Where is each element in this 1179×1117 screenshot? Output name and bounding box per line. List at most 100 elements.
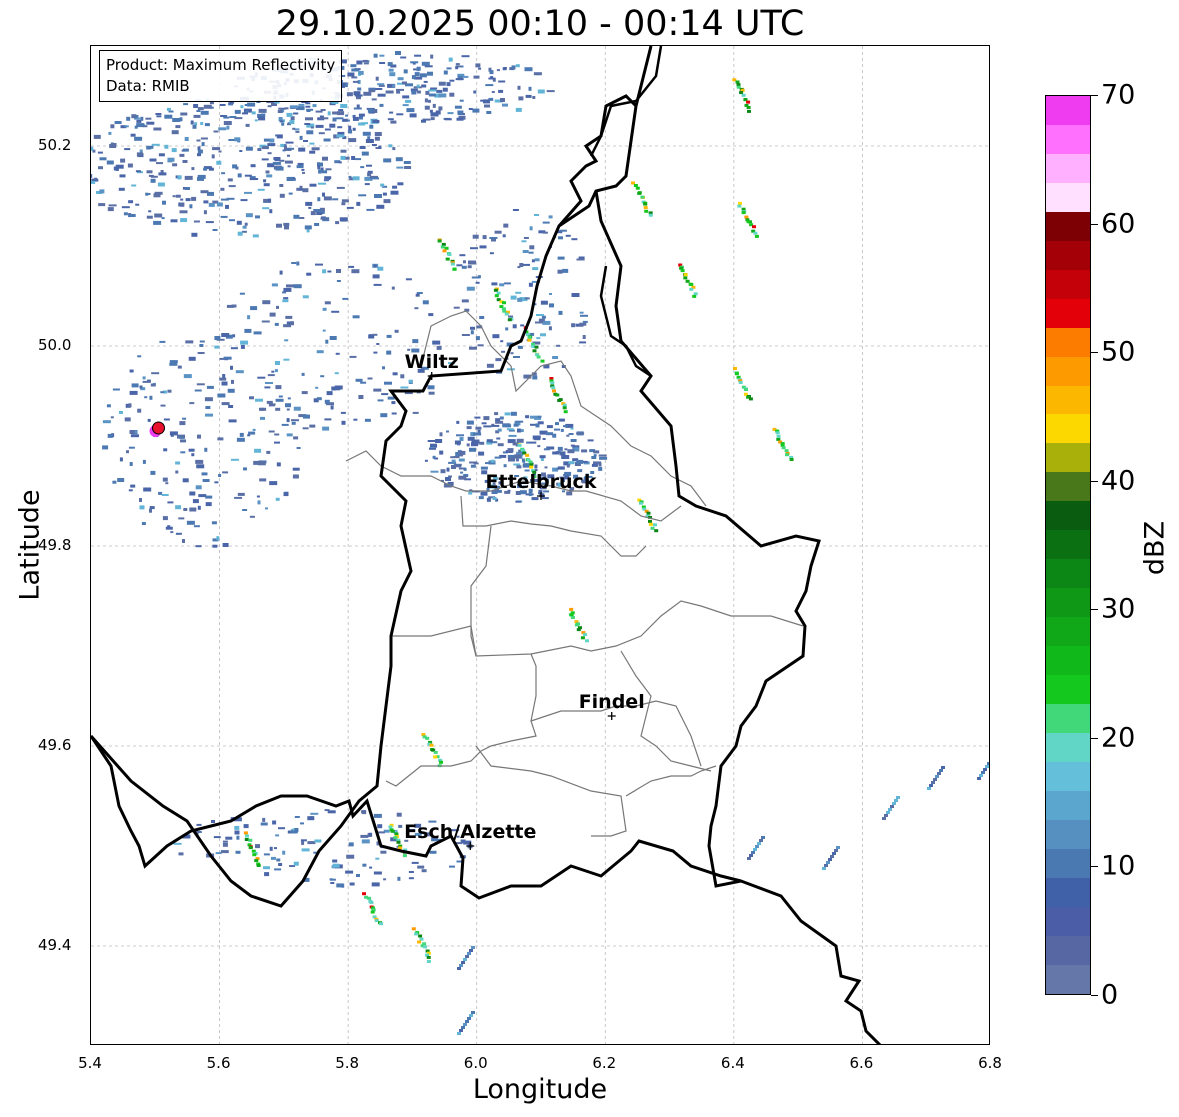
city-label: Ettelbruck (486, 471, 597, 493)
echo-cell (348, 265, 355, 268)
echo-cell (489, 70, 494, 75)
colorbar-tick-mark (1091, 609, 1098, 611)
echo-cell (324, 128, 331, 131)
echo-cell (293, 214, 300, 219)
echo-cell (461, 265, 467, 269)
x-tick-label: 5.8 (335, 1054, 360, 1072)
echo-cell (502, 67, 507, 71)
echo-cell (130, 434, 139, 438)
echo-cell (135, 170, 141, 173)
echo-cell (182, 148, 189, 152)
echo-cell (220, 850, 229, 854)
echo-cell (510, 295, 517, 300)
echo-cell (394, 329, 399, 333)
echo-cell (151, 143, 160, 146)
echo-cell (351, 76, 358, 79)
echo-cell (205, 495, 213, 499)
echo-cell (261, 158, 269, 161)
echo-cell (338, 109, 344, 111)
echo-cell (429, 743, 434, 747)
echo-cell (360, 834, 369, 838)
colorbar-tick-mark (1091, 866, 1098, 868)
echo-cell (517, 429, 521, 433)
echo-cell (231, 379, 234, 384)
echo-cell (540, 300, 548, 305)
echo-cell (212, 147, 221, 151)
echo-cell (248, 431, 256, 435)
radar-map[interactable]: Wiltz Ettelbruck Findel Esch/Alzette (90, 45, 990, 1045)
echo-cell (386, 334, 392, 338)
echo-cell (242, 112, 248, 115)
echo-cell (406, 108, 415, 113)
echo-cell (131, 184, 137, 187)
echo-cell (494, 294, 499, 298)
echo-cell (599, 456, 608, 460)
echo-cell (301, 372, 305, 376)
colorbar-segment (1046, 269, 1090, 299)
echo-cell (429, 850, 437, 854)
echo-cell (539, 455, 546, 459)
echo-cell (341, 202, 346, 206)
echo-cell (375, 76, 379, 81)
echo-cell (683, 273, 688, 277)
echo-cell (193, 525, 200, 528)
echo-cell (245, 834, 249, 838)
echo-cell (316, 397, 322, 401)
echo-cell (128, 446, 135, 449)
echo-cell (646, 511, 651, 515)
echo-cell (405, 278, 412, 281)
echo-cell (416, 84, 420, 88)
echo-cell (374, 194, 382, 198)
echo-cell (479, 316, 485, 319)
echo-cell (379, 62, 386, 64)
echo-cell (324, 301, 331, 305)
echo-cell (335, 221, 340, 225)
product-label: Product: Maximum Reflectivity (106, 56, 336, 74)
echo-cell (357, 87, 362, 91)
echo-cell (217, 437, 224, 441)
echo-cell (426, 955, 431, 959)
echo-cell (380, 850, 387, 854)
echo-cell (477, 275, 481, 279)
echo-cell (457, 1032, 461, 1035)
echo-cell (329, 123, 336, 128)
echo-cell (266, 174, 273, 178)
echo-cell (315, 110, 323, 113)
echo-cell (447, 112, 454, 115)
echo-cell (322, 329, 326, 332)
echo-cell (985, 765, 989, 768)
echo-cell (489, 252, 494, 255)
echo-cell (459, 99, 464, 102)
echo-cell (269, 846, 273, 851)
echo-cell (369, 124, 374, 129)
echo-cell (276, 223, 282, 228)
echo-cell (935, 775, 939, 778)
echo-cell (286, 177, 293, 181)
echo-cell (327, 111, 331, 116)
echo-cell (377, 824, 383, 829)
echo-cell (505, 327, 509, 331)
echo-cell (213, 130, 219, 133)
echo-cell (461, 961, 465, 964)
echo-cell (362, 131, 371, 136)
echo-cell (139, 498, 142, 502)
echo-cell (353, 107, 362, 110)
echo-cell (195, 459, 204, 464)
echo-cell (118, 187, 125, 191)
echo-cell (759, 839, 763, 842)
echo-cell (648, 522, 653, 526)
echo-cell (170, 531, 174, 534)
echo-cell (438, 93, 447, 98)
echo-cell (363, 62, 369, 65)
echo-cell (243, 467, 247, 471)
echo-cell (358, 122, 366, 126)
echo-cell (496, 69, 500, 72)
echo-cell (342, 297, 349, 300)
echo-cell (468, 260, 476, 265)
echo-cell (281, 423, 289, 426)
echo-cell (335, 352, 340, 355)
echo-cell (279, 193, 285, 198)
echo-cell (276, 858, 281, 862)
echo-cell (542, 221, 550, 224)
echo-cell (478, 451, 485, 456)
